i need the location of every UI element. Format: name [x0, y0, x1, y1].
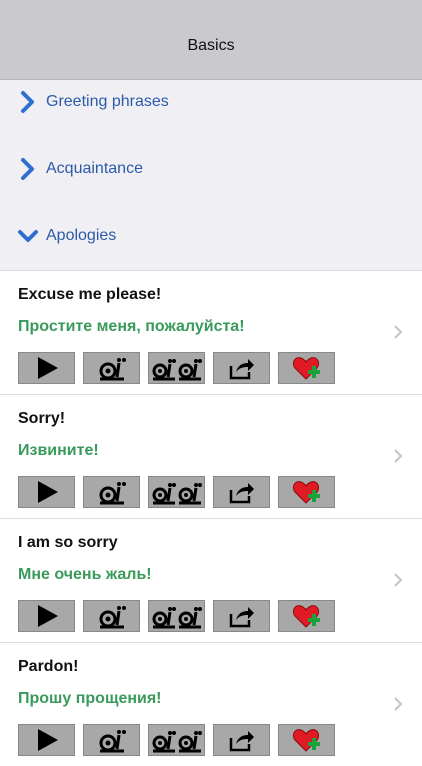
- navigation-bar: Basics: [0, 0, 422, 80]
- phrase-row[interactable]: Excuse me please! Простите меня, пожалуй…: [0, 271, 422, 395]
- double-snail-icon: [152, 731, 202, 753]
- phrase-english: Excuse me please!: [18, 286, 162, 303]
- play-slow-button[interactable]: [83, 600, 140, 632]
- section-label: Apologies: [46, 227, 117, 244]
- snail-icon: [99, 358, 126, 381]
- phrase-english: I am so sorry: [18, 534, 118, 551]
- play-slower-button[interactable]: [148, 724, 205, 756]
- phrase-row[interactable]: Sorry! Извините!: [0, 395, 422, 519]
- heart-plus-icon: [292, 729, 320, 752]
- play-slow-button[interactable]: [83, 476, 140, 508]
- favorite-button[interactable]: [278, 600, 335, 632]
- phrase-translation: Простите меня, пожалуйста!: [18, 318, 245, 335]
- share-button[interactable]: [213, 600, 270, 632]
- heart-plus-icon: [292, 605, 320, 628]
- section-apologies[interactable]: Apologies: [18, 221, 116, 251]
- play-icon: [37, 357, 58, 379]
- play-slower-button[interactable]: [148, 476, 205, 508]
- chevron-right-icon[interactable]: [393, 572, 403, 588]
- double-snail-icon: [152, 607, 202, 629]
- section-label: Acquaintance: [46, 160, 143, 177]
- phrase-translation: Мне очень жаль!: [18, 566, 152, 583]
- chevron-right-icon: [18, 90, 38, 114]
- section-greeting-phrases[interactable]: Greeting phrases: [18, 87, 169, 117]
- chevron-down-icon: [18, 224, 38, 248]
- play-slow-button[interactable]: [83, 352, 140, 384]
- play-icon: [37, 481, 58, 503]
- share-button[interactable]: [213, 352, 270, 384]
- play-slower-button[interactable]: [148, 600, 205, 632]
- snail-icon: [99, 606, 126, 629]
- snail-icon: [99, 730, 126, 753]
- play-button[interactable]: [18, 600, 75, 632]
- chevron-right-icon[interactable]: [393, 696, 403, 712]
- heart-plus-icon: [292, 481, 320, 504]
- chevron-right-icon: [18, 157, 38, 181]
- double-snail-icon: [152, 483, 202, 505]
- share-icon: [229, 483, 254, 504]
- play-button[interactable]: [18, 724, 75, 756]
- favorite-button[interactable]: [278, 352, 335, 384]
- section-acquaintance[interactable]: Acquaintance: [18, 154, 143, 184]
- share-icon: [229, 731, 254, 752]
- double-snail-icon: [152, 359, 202, 381]
- phrase-row[interactable]: I am so sorry Мне очень жаль!: [0, 519, 422, 643]
- share-button[interactable]: [213, 724, 270, 756]
- favorite-button[interactable]: [278, 476, 335, 508]
- phrase-english: Sorry!: [18, 410, 66, 427]
- play-slow-button[interactable]: [83, 724, 140, 756]
- phrase-translation: Извините!: [18, 442, 99, 459]
- favorite-button[interactable]: [278, 724, 335, 756]
- play-slower-button[interactable]: [148, 352, 205, 384]
- phrase-translation: Прошу прощения!: [18, 690, 162, 707]
- section-label: Greeting phrases: [46, 93, 169, 110]
- section-list: Greeting phrases Acquaintance Apologies: [0, 80, 422, 271]
- share-icon: [229, 607, 254, 628]
- phrase-english: Pardon!: [18, 658, 79, 675]
- play-icon: [37, 605, 58, 627]
- phrase-row[interactable]: Pardon! Прошу прощения!: [0, 643, 422, 766]
- share-button[interactable]: [213, 476, 270, 508]
- page-title: Basics: [187, 37, 235, 54]
- chevron-right-icon[interactable]: [393, 448, 403, 464]
- play-button[interactable]: [18, 476, 75, 508]
- chevron-right-icon[interactable]: [393, 324, 403, 340]
- share-icon: [229, 359, 254, 380]
- heart-plus-icon: [292, 357, 320, 380]
- play-icon: [37, 729, 58, 751]
- play-button[interactable]: [18, 352, 75, 384]
- snail-icon: [99, 482, 126, 505]
